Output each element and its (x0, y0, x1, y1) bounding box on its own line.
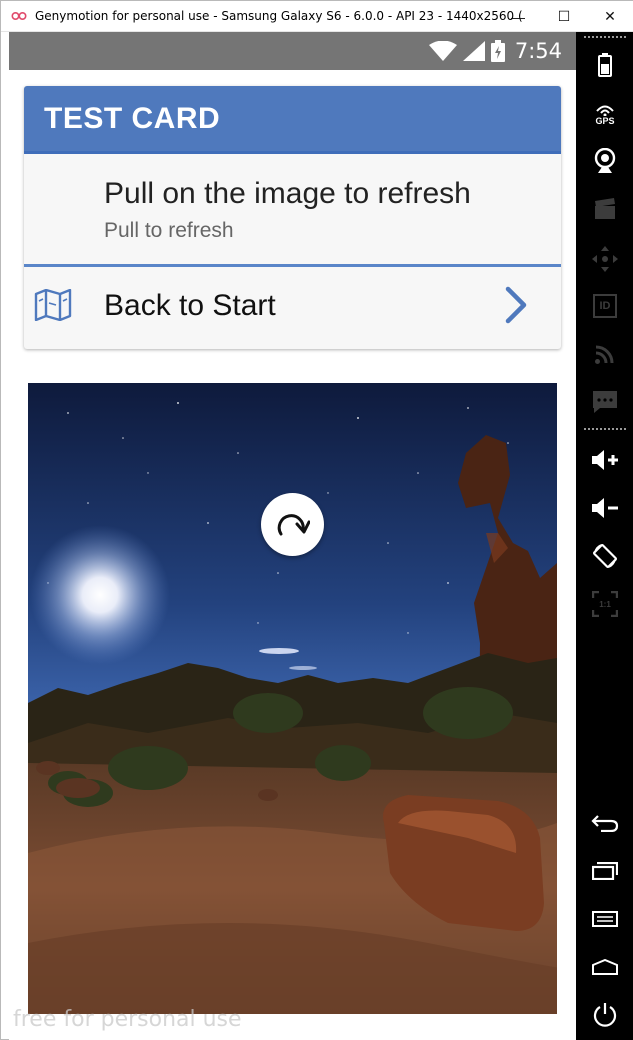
cast-icon (595, 345, 614, 364)
status-clock: 7:54 (514, 39, 562, 63)
signal-icon (462, 41, 485, 61)
home-icon (592, 959, 618, 975)
test-card: TEST CARD Pull on the image to refresh P… (24, 86, 561, 349)
capture-button[interactable] (576, 192, 633, 226)
battery-icon (598, 53, 612, 77)
volume-up-icon (592, 450, 618, 470)
status-bar: 7:54 (9, 32, 576, 70)
card-secondary-text: Pull to refresh (104, 219, 234, 242)
id-icon: ID (593, 294, 617, 318)
emulator-window: Genymotion for personal use - Samsung Ga… (0, 0, 633, 1040)
volume-up-button[interactable] (576, 442, 633, 478)
power-icon (593, 1003, 617, 1027)
night-landscape-photo (28, 383, 557, 1014)
home-button[interactable] (576, 952, 633, 982)
scale-icon: 1:1 (592, 591, 618, 617)
minimize-button[interactable]: — (495, 1, 541, 32)
back-button[interactable] (576, 808, 633, 838)
volume-down-icon (592, 498, 618, 518)
dpad-button[interactable] (576, 240, 633, 278)
rotate-icon (593, 544, 617, 568)
cast-button[interactable] (576, 336, 633, 372)
sms-button[interactable] (576, 384, 633, 420)
scale-button[interactable]: 1:1 (576, 586, 633, 622)
gps-button[interactable]: GPS (576, 98, 633, 132)
sms-icon (593, 391, 617, 413)
volume-down-button[interactable] (576, 490, 633, 526)
maximize-button[interactable]: ☐ (541, 1, 587, 32)
device-id-button[interactable]: ID (576, 288, 633, 324)
back-icon (591, 815, 619, 832)
window-title: Genymotion for personal use - Samsung Ga… (35, 9, 523, 23)
webcam-button[interactable] (576, 144, 633, 178)
id-label: ID (599, 300, 611, 312)
toolbar-separator (584, 36, 626, 38)
webcam-icon (594, 148, 616, 173)
chevron-right-icon (505, 286, 527, 324)
dpad-icon (592, 246, 618, 272)
close-button[interactable]: ✕ (587, 1, 633, 32)
genymotion-logo-icon (11, 11, 27, 21)
power-button[interactable] (576, 998, 633, 1032)
card-body: Pull on the image to refresh Pull to ref… (24, 154, 561, 267)
wifi-icon (428, 41, 457, 61)
window-titlebar[interactable]: Genymotion for personal use - Samsung Ga… (1, 1, 633, 32)
emulator-toolbar: GPS ID 1:1 (576, 32, 633, 1040)
refresh-icon (277, 513, 310, 535)
back-to-start-row[interactable]: Back to Start (24, 267, 561, 346)
menu-icon (592, 911, 618, 927)
menu-button[interactable] (576, 904, 633, 934)
card-primary-text: Pull on the image to refresh (104, 177, 471, 210)
recent-apps-icon (592, 862, 618, 880)
gps-icon (596, 105, 614, 116)
phone-screen: 7:54 TEST CARD Pull on the image to refr… (9, 32, 576, 1040)
gps-label: GPS (595, 116, 615, 126)
map-icon (34, 289, 72, 321)
battery-button[interactable] (576, 50, 633, 80)
scale-label: 1:1 (599, 599, 611, 609)
recent-apps-button[interactable] (576, 856, 633, 886)
refresh-image[interactable] (28, 383, 557, 1014)
card-title: TEST CARD (44, 101, 221, 135)
card-header: TEST CARD (24, 86, 561, 154)
watermark-text: free for personal use (13, 1007, 242, 1032)
clapper-icon (595, 198, 615, 219)
rotate-button[interactable] (576, 538, 633, 574)
back-to-start-label: Back to Start (104, 289, 276, 322)
battery-charging-icon (490, 40, 505, 62)
refresh-button[interactable] (261, 493, 324, 556)
toolbar-separator (584, 428, 626, 430)
